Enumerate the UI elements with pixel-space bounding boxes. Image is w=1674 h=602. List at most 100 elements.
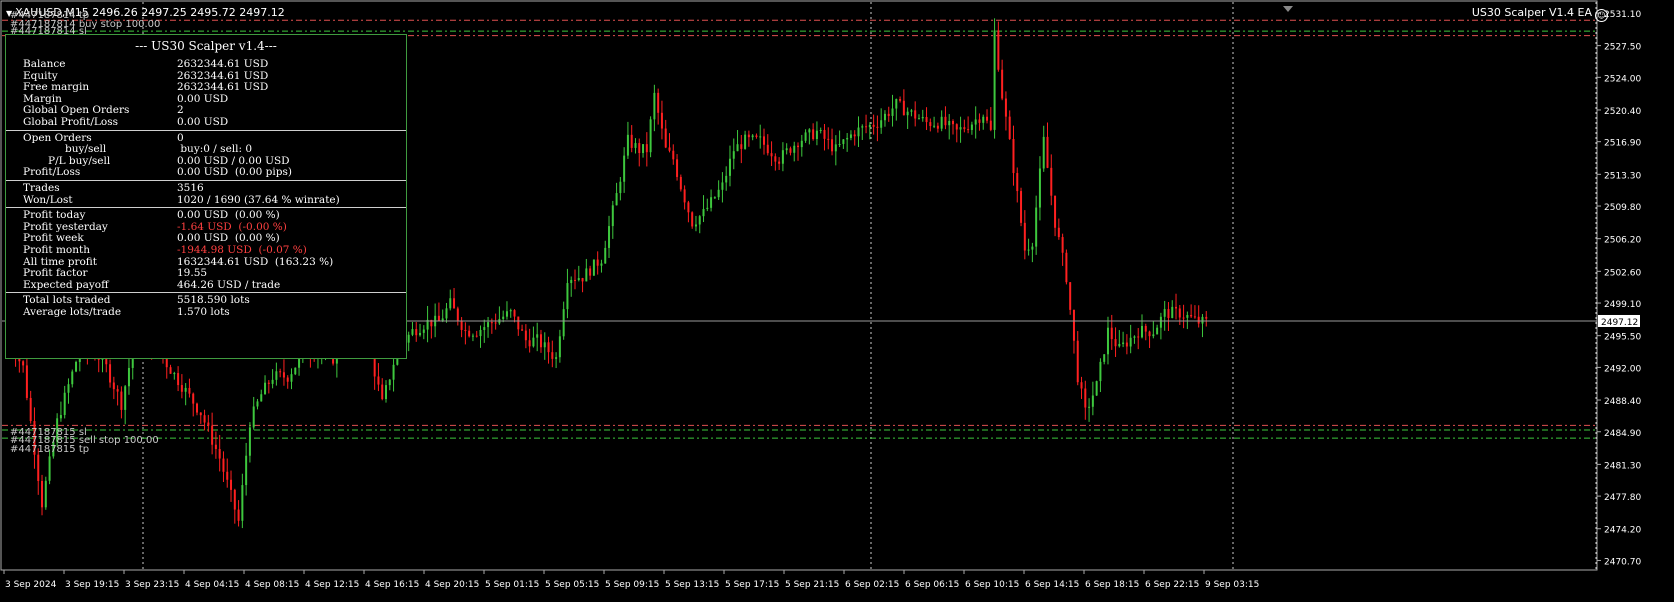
candle-body	[222, 458, 225, 472]
ea-name: US30 Scalper V1.4 EA	[1471, 6, 1592, 19]
panel-row-label: Balance	[23, 58, 66, 70]
candle-body	[1167, 309, 1170, 319]
candle-body	[880, 120, 883, 128]
candle-body	[955, 124, 958, 130]
candle-body	[589, 268, 592, 276]
panel-row-value: -1944.98 USD (-0.07 %)	[177, 243, 307, 256]
panel-row: Profit factor 19.55	[6, 267, 406, 280]
y-tick-label: 2509.80	[1604, 203, 1641, 213]
candle-body	[623, 155, 626, 182]
candle-body	[812, 129, 815, 140]
candle-body	[706, 207, 709, 209]
panel-row: Balance 2632344.61 USD	[6, 58, 406, 71]
candle-body	[260, 394, 263, 402]
candle-body	[207, 422, 210, 426]
candle-body	[725, 175, 728, 183]
candle-body	[282, 372, 285, 378]
candle-body	[1171, 306, 1174, 319]
candle-body	[1091, 395, 1094, 407]
x-tick-label: 3 Sep 23:15	[125, 580, 179, 590]
candle-body	[993, 30, 996, 130]
panel-title: --- US30 Scalper v1.4---	[135, 39, 277, 53]
candle-body	[1023, 222, 1026, 251]
candle-body	[1122, 342, 1125, 344]
candle-body	[698, 216, 701, 225]
candle-body	[694, 224, 697, 227]
smiley-icon[interactable]: ☺	[1595, 9, 1608, 22]
candle-body	[936, 125, 939, 129]
y-tick-label: 2492.00	[1604, 364, 1641, 374]
candle-body	[770, 153, 773, 157]
x-tick-label: 4 Sep 12:15	[305, 580, 359, 590]
candle-body	[1069, 282, 1072, 310]
y-tick-label: 2481.30	[1604, 461, 1641, 471]
candle-body	[642, 144, 645, 154]
y-tick-label: 2477.80	[1604, 493, 1641, 503]
candle-body	[691, 212, 694, 227]
candle-body	[630, 134, 633, 148]
candle-body	[415, 329, 418, 336]
panel-row: Expected payoff 464.26 USD / trade	[6, 279, 406, 292]
candle-body	[679, 176, 682, 190]
candle-body	[1061, 237, 1064, 253]
candle-body	[494, 322, 497, 324]
candle-body	[1016, 173, 1019, 192]
x-tick-label: 5 Sep 17:15	[725, 580, 779, 590]
candle-body	[67, 384, 70, 393]
y-tick-label: 2516.90	[1604, 139, 1641, 149]
candle-body	[487, 322, 490, 328]
candle-body	[933, 125, 936, 127]
candle-body	[449, 298, 452, 309]
candle-body	[1084, 388, 1087, 408]
candle-body	[1088, 406, 1091, 408]
candle-body	[169, 367, 172, 374]
candle-body	[634, 143, 637, 148]
candle-body	[445, 308, 448, 319]
candle-body	[233, 489, 236, 510]
candle-body	[377, 376, 380, 385]
candle-body	[581, 278, 584, 282]
candle-body	[728, 158, 731, 176]
candle-body	[857, 127, 860, 137]
candle-body	[505, 311, 508, 317]
candle-body	[1148, 331, 1151, 337]
x-tick-label: 4 Sep 04:15	[185, 580, 239, 590]
candle-body	[974, 119, 977, 125]
candle-body	[218, 448, 221, 459]
candle-body	[914, 110, 917, 119]
candle-body	[532, 337, 535, 347]
ea-label[interactable]: US30 Scalper V1.4 EA ☺	[1472, 6, 1608, 22]
candle-body	[638, 143, 641, 154]
candle-body	[1178, 308, 1181, 318]
candle-body	[521, 329, 524, 331]
panel-row-label: buy/sell	[65, 143, 107, 156]
candle-body	[1106, 327, 1109, 355]
candle-body	[275, 371, 278, 380]
candle-body	[1144, 325, 1147, 332]
y-tick-label: 2524.00	[1604, 74, 1641, 84]
candle-body	[388, 379, 391, 386]
candle-body	[385, 385, 387, 400]
x-tick-label: 5 Sep 01:15	[485, 580, 539, 590]
candle-body	[751, 135, 754, 138]
candle-body	[165, 358, 168, 368]
candle-body	[1152, 334, 1155, 337]
candle-body	[460, 320, 463, 330]
candle-body	[464, 329, 467, 331]
candle-body	[604, 247, 607, 264]
candle-body	[1004, 98, 1007, 117]
candle-body	[1190, 314, 1193, 317]
candle-body	[831, 139, 834, 152]
candle-body	[203, 415, 206, 423]
candle-body	[1008, 116, 1011, 139]
y-tick-label: 2488.40	[1604, 397, 1641, 407]
candle-body	[940, 116, 943, 129]
candle-body	[453, 298, 456, 309]
candle-body	[1046, 136, 1049, 168]
candle-body	[22, 361, 25, 366]
candle-body	[264, 382, 267, 395]
candle-body	[740, 144, 743, 149]
x-tick-label: 5 Sep 09:15	[605, 580, 659, 590]
candle-body	[256, 401, 259, 407]
candle-body	[528, 340, 531, 347]
